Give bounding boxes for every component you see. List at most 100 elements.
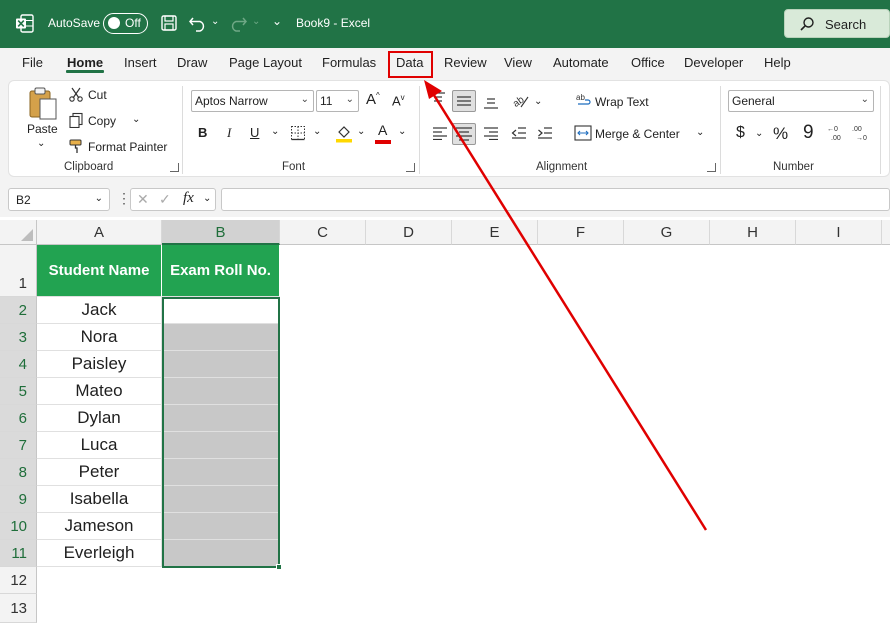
cell-b1[interactable]: Exam Roll No. (162, 245, 280, 297)
row-header-9[interactable]: 9 (0, 486, 37, 513)
align-left-icon[interactable] (432, 126, 448, 140)
undo-icon[interactable] (188, 14, 208, 32)
bottom-align-icon[interactable] (483, 96, 499, 110)
row-header-10[interactable]: 10 (0, 513, 37, 540)
cut-button[interactable]: Cut (88, 88, 107, 102)
decrease-indent-icon[interactable] (511, 126, 527, 140)
cell-a6[interactable]: Dylan (37, 405, 162, 432)
fill-color-icon[interactable] (335, 123, 353, 143)
row-header-11[interactable]: 11 (0, 540, 37, 567)
undo-dropdown-icon[interactable]: ⌄ (211, 16, 219, 27)
column-header-i[interactable]: I (796, 220, 882, 245)
merge-center-button[interactable]: Merge & Center (595, 127, 680, 141)
cell-a3[interactable]: Nora (37, 324, 162, 351)
tab-office[interactable]: Office (631, 55, 665, 70)
select-all-corner[interactable] (0, 220, 37, 245)
column-header-e[interactable]: E (452, 220, 538, 245)
increase-font-size-icon[interactable]: A^ (366, 91, 380, 108)
column-header-d[interactable]: D (366, 220, 452, 245)
top-align-icon[interactable] (430, 92, 446, 106)
borders-icon[interactable] (290, 125, 306, 141)
currency-icon[interactable]: $ (736, 124, 745, 142)
tab-formulas[interactable]: Formulas (322, 55, 376, 70)
format-painter-icon[interactable] (68, 138, 84, 154)
row-header-3[interactable]: 3 (0, 324, 37, 351)
increase-indent-icon[interactable] (537, 126, 553, 140)
insert-function-icon[interactable]: fx (183, 190, 194, 207)
middle-align-button[interactable] (452, 90, 476, 112)
cell-a2[interactable]: Jack (37, 297, 162, 324)
cell-a7[interactable]: Luca (37, 432, 162, 459)
font-size-dropdown[interactable]: 11 ⌄ (316, 90, 359, 112)
row-header-12[interactable]: 12 (0, 567, 37, 594)
column-header-g[interactable]: G (624, 220, 710, 245)
cell-a10[interactable]: Jameson (37, 513, 162, 540)
underline-dropdown-icon[interactable]: ⌄ (271, 126, 279, 137)
wrap-text-icon[interactable]: ab (576, 92, 592, 108)
number-format-dropdown[interactable]: General ⌄ (728, 90, 874, 112)
cell-a8[interactable]: Peter (37, 459, 162, 486)
bold-button[interactable]: B (198, 125, 207, 140)
autosave-toggle[interactable]: Off (103, 13, 148, 34)
tab-automate[interactable]: Automate (553, 55, 609, 70)
tab-view[interactable]: View (504, 55, 532, 70)
borders-dropdown-icon[interactable]: ⌄ (313, 126, 321, 137)
font-name-dropdown[interactable]: Aptos Narrow ⌄ (191, 90, 314, 112)
tab-insert[interactable]: Insert (124, 55, 157, 70)
paste-button-label[interactable]: Paste (27, 122, 58, 136)
alignment-launcher-icon[interactable] (707, 163, 716, 172)
italic-button[interactable]: I (227, 125, 231, 141)
orientation-icon[interactable]: ab (512, 93, 530, 109)
qat-customize-icon[interactable]: ⌄ (272, 14, 282, 28)
tab-home[interactable]: Home (67, 55, 103, 70)
tab-page-layout[interactable]: Page Layout (229, 55, 302, 70)
tab-developer[interactable]: Developer (684, 55, 743, 70)
row-header-2[interactable]: 2 (0, 297, 37, 324)
clipboard-launcher-icon[interactable] (170, 163, 179, 172)
column-header-a[interactable]: A (37, 220, 162, 245)
merge-dropdown-icon[interactable]: ⌄ (696, 127, 704, 138)
fill-color-dropdown-icon[interactable]: ⌄ (357, 126, 365, 137)
paste-icon[interactable] (27, 86, 59, 122)
decrease-font-size-icon[interactable]: Av (392, 93, 405, 108)
fill-handle[interactable] (276, 564, 282, 570)
column-header-b[interactable]: B (162, 220, 280, 245)
column-header-h[interactable]: H (710, 220, 796, 245)
name-box[interactable]: B2 ⌄ (8, 188, 110, 211)
font-launcher-icon[interactable] (406, 163, 415, 172)
orientation-dropdown-icon[interactable]: ⌄ (534, 96, 542, 107)
wrap-text-button[interactable]: Wrap Text (595, 95, 649, 109)
comma-style-icon[interactable]: 9 (803, 122, 814, 144)
format-painter-button[interactable]: Format Painter (88, 140, 167, 154)
formula-input[interactable] (221, 188, 890, 211)
column-header-c[interactable]: C (280, 220, 366, 245)
currency-dropdown-icon[interactable]: ⌄ (755, 128, 763, 139)
column-header-f[interactable]: F (538, 220, 624, 245)
row-header-8[interactable]: 8 (0, 459, 37, 486)
copy-dropdown-icon[interactable]: ⌄ (132, 114, 140, 125)
cut-icon[interactable] (68, 86, 84, 102)
merge-center-icon[interactable] (574, 125, 592, 141)
align-right-icon[interactable] (483, 126, 499, 140)
percent-icon[interactable]: % (773, 124, 788, 144)
row-header-7[interactable]: 7 (0, 432, 37, 459)
font-color-dropdown-icon[interactable]: ⌄ (398, 126, 406, 137)
chevron-down-icon[interactable]: ⌄ (203, 193, 211, 204)
copy-button[interactable]: Copy (88, 114, 116, 128)
row-header-5[interactable]: 5 (0, 378, 37, 405)
tab-draw[interactable]: Draw (177, 55, 207, 70)
decrease-decimal-icon[interactable]: .00 →0 (852, 123, 872, 141)
cell-a1[interactable]: Student Name (37, 245, 162, 297)
font-color-icon[interactable]: A (378, 122, 387, 138)
underline-button[interactable]: U (250, 125, 259, 140)
cell-a11[interactable]: Everleigh (37, 540, 162, 567)
search-box[interactable]: Search (784, 9, 890, 38)
column-header-j[interactable] (882, 220, 890, 245)
row-header-6[interactable]: 6 (0, 405, 37, 432)
cell-a9[interactable]: Isabella (37, 486, 162, 513)
row-header-4[interactable]: 4 (0, 351, 37, 378)
tab-help[interactable]: Help (764, 55, 791, 70)
cell-a4[interactable]: Paisley (37, 351, 162, 378)
save-icon[interactable] (160, 14, 178, 32)
row-header-13[interactable]: 13 (0, 594, 37, 623)
